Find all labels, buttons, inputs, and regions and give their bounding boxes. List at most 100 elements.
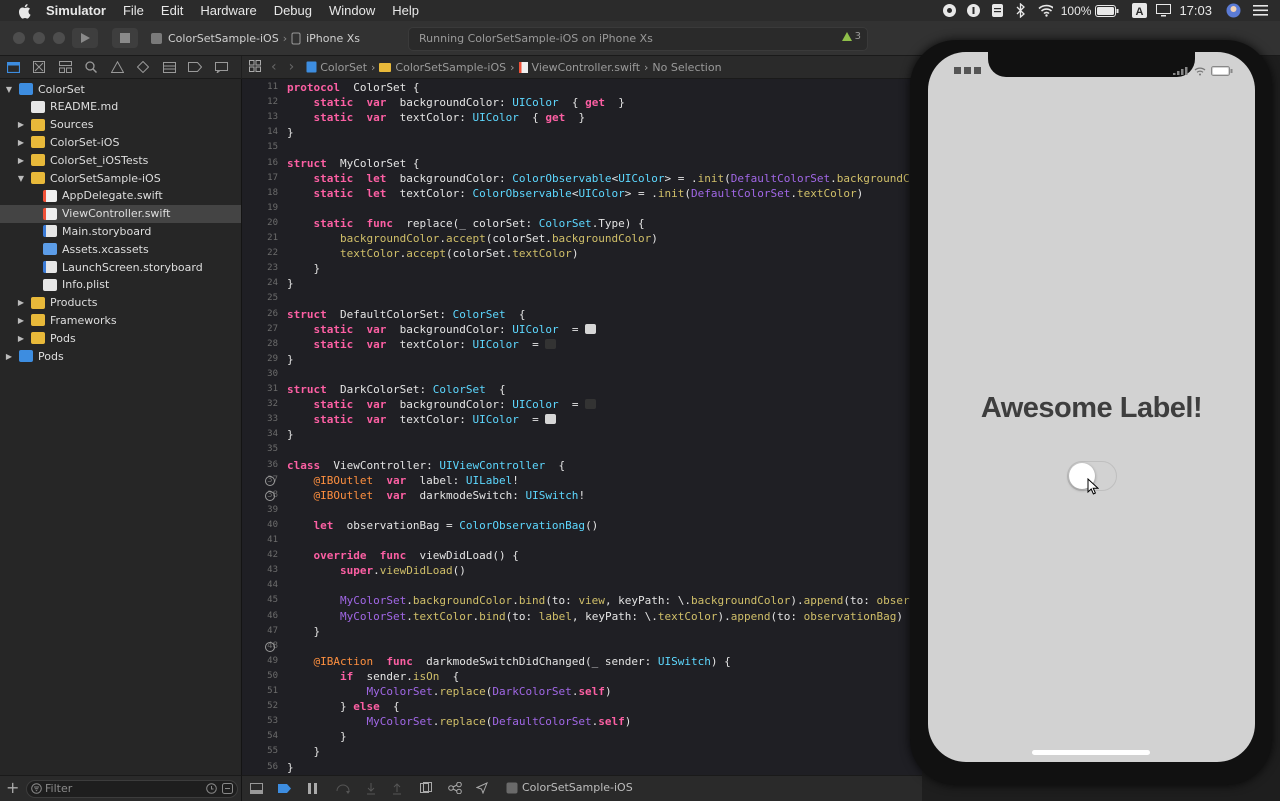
code-line[interactable]: struct MyColorSet { <box>287 156 419 171</box>
color-literal-swatch[interactable] <box>585 399 597 410</box>
disclosure-collapsed-icon[interactable]: ▶ <box>16 156 26 165</box>
warnings-badge[interactable]: 3 <box>841 31 861 42</box>
code-line[interactable]: } <box>287 760 294 775</box>
code-line[interactable]: @IBAction func darkmodeSwitchDidChanged(… <box>287 654 731 669</box>
code-line[interactable]: class ViewController: UIViewController { <box>287 458 565 473</box>
code-line[interactable]: static let textColor: ColorObservable<UI… <box>287 186 864 201</box>
breadcrumb-group[interactable]: ColorSetSample-iOS <box>395 61 506 74</box>
code-line[interactable]: static var textColor: UIColor = <box>287 337 557 352</box>
code-line[interactable]: } <box>287 427 294 442</box>
navigator-row[interactable]: ▼ ColorSetSample-iOS <box>0 169 241 187</box>
code-line[interactable]: } <box>287 276 294 291</box>
navigator-row[interactable]: ▶ Pods <box>0 347 241 365</box>
simulate-location-icon[interactable] <box>476 782 488 794</box>
report-navigator-icon[interactable] <box>208 56 234 78</box>
pause-icon[interactable] <box>308 783 318 794</box>
code-line[interactable]: backgroundColor.accept(colorSet.backgrou… <box>287 231 658 246</box>
code-line[interactable]: static var backgroundColor: UIColor = <box>287 322 597 337</box>
code-line[interactable]: textColor.accept(colorSet.textColor) <box>287 246 578 261</box>
memory-graph-icon[interactable] <box>448 782 462 794</box>
project-navigator-icon[interactable] <box>0 56 26 78</box>
display-icon[interactable] <box>1156 3 1172 18</box>
breadcrumb-project[interactable]: ColorSet <box>320 61 367 74</box>
navigator-row[interactable]: README.md <box>0 98 241 116</box>
code-line[interactable]: struct DefaultColorSet: ColorSet { <box>287 307 525 322</box>
filter-field[interactable]: Filter <box>26 780 238 798</box>
navigator-row[interactable]: ▼ ColorSet <box>0 80 241 98</box>
clipboard-icon[interactable] <box>990 3 1005 18</box>
navigator-row[interactable]: ▶ ColorSet-iOS <box>0 133 241 151</box>
menu-help[interactable]: Help <box>392 3 419 18</box>
scheme-selector[interactable]: ColorSetSample-iOS › iPhone Xs <box>150 28 360 48</box>
notification-center-icon[interactable] <box>1253 3 1268 18</box>
code-line[interactable]: } <box>287 729 347 744</box>
source-control-filter-icon[interactable] <box>222 783 233 794</box>
battery-icon[interactable] <box>1095 3 1119 18</box>
symbol-navigator-icon[interactable] <box>52 56 78 78</box>
menu-window[interactable]: Window <box>329 3 375 18</box>
navigator-row[interactable]: ▶ Pods <box>0 329 241 347</box>
recent-files-icon[interactable] <box>206 783 217 794</box>
code-line[interactable]: } <box>287 261 320 276</box>
related-items-icon[interactable] <box>249 59 261 75</box>
disclosure-collapsed-icon[interactable]: ▶ <box>16 316 26 325</box>
code-line[interactable]: } <box>287 352 294 367</box>
add-file-button[interactable]: + <box>6 778 19 797</box>
menu-file[interactable]: File <box>123 3 144 18</box>
debug-view-hierarchy-icon[interactable] <box>420 782 432 794</box>
color-literal-swatch[interactable] <box>545 338 557 349</box>
code-line[interactable]: super.viewDidLoad() <box>287 563 466 578</box>
breakpoint-navigator-icon[interactable] <box>182 56 208 78</box>
outlet-connection-icon[interactable] <box>265 641 275 652</box>
code-line[interactable]: MyColorSet.replace(DefaultColorSet.self) <box>287 714 631 729</box>
apple-icon[interactable] <box>18 3 32 19</box>
disclosure-collapsed-icon[interactable]: ▶ <box>16 138 26 147</box>
disclosure-collapsed-icon[interactable]: ▶ <box>16 120 26 129</box>
close-window-button[interactable] <box>13 32 25 44</box>
menu-debug[interactable]: Debug <box>274 3 312 18</box>
code-line[interactable]: } <box>287 744 320 759</box>
record-icon[interactable] <box>942 3 957 18</box>
home-indicator[interactable] <box>1032 750 1150 755</box>
step-over-icon[interactable] <box>336 783 350 794</box>
code-line[interactable]: MyColorSet.backgroundColor.bind(to: view… <box>287 593 922 608</box>
code-line[interactable]: static var backgroundColor: UIColor { ge… <box>287 95 625 110</box>
navigator-row[interactable]: ▶ Products <box>0 294 241 312</box>
run-button[interactable] <box>72 28 98 48</box>
navigator-row[interactable]: ViewController.swift <box>0 204 241 223</box>
zoom-window-button[interactable] <box>53 32 65 44</box>
code-line[interactable]: let observationBag = ColorObservationBag… <box>287 518 599 533</box>
step-out-icon[interactable] <box>392 783 402 795</box>
color-literal-swatch[interactable] <box>585 323 597 334</box>
navigator-row[interactable]: ▶ Sources <box>0 116 241 134</box>
code-line[interactable]: static func replace(_ colorSet: ColorSet… <box>287 216 645 231</box>
code-line[interactable]: static let backgroundColor: ColorObserva… <box>287 171 923 186</box>
code-line[interactable]: @IBOutlet var label: UILabel! <box>287 473 519 488</box>
code-line[interactable]: } <box>287 624 320 639</box>
debug-navigator-icon[interactable] <box>156 56 182 78</box>
navigator-row[interactable]: ▶ ColorSet_iOSTests <box>0 151 241 169</box>
code-line[interactable]: static var backgroundColor: UIColor = <box>287 397 597 412</box>
breadcrumb-file[interactable]: ViewController.swift <box>532 61 640 74</box>
hide-debug-area-icon[interactable] <box>250 783 263 794</box>
clock[interactable]: 17:03 <box>1179 3 1212 18</box>
menu-app-simulator[interactable]: Simulator <box>46 3 106 18</box>
disclosure-expanded-icon[interactable]: ▼ <box>16 174 26 183</box>
navigator-row[interactable]: LaunchScreen.storyboard <box>0 258 241 276</box>
forward-arrow-icon[interactable]: › <box>289 59 295 75</box>
code-line[interactable]: static var textColor: UIColor { get } <box>287 110 586 125</box>
issue-navigator-icon[interactable] <box>104 56 130 78</box>
disclosure-expanded-icon[interactable]: ▼ <box>4 85 14 94</box>
navigator-row[interactable]: AppDelegate.swift <box>0 187 241 205</box>
code-line[interactable]: if sender.isOn { <box>287 669 459 684</box>
navigator-row[interactable]: ▶ Frameworks <box>0 311 241 329</box>
breakpoints-toggle-icon[interactable] <box>278 784 292 793</box>
outlet-connection-icon[interactable] <box>265 490 275 501</box>
menu-edit[interactable]: Edit <box>161 3 183 18</box>
code-line[interactable]: struct DarkColorSet: ColorSet { <box>287 382 506 397</box>
source-editor[interactable]: 11 protocol ColorSet {12 static var backg… <box>242 79 922 775</box>
outlet-connection-icon[interactable] <box>265 475 275 486</box>
disclosure-collapsed-icon[interactable]: ▶ <box>4 352 14 361</box>
breadcrumb-symbol[interactable]: No Selection <box>652 61 721 74</box>
simulator-screen[interactable]: Awesome Label! <box>928 52 1255 762</box>
